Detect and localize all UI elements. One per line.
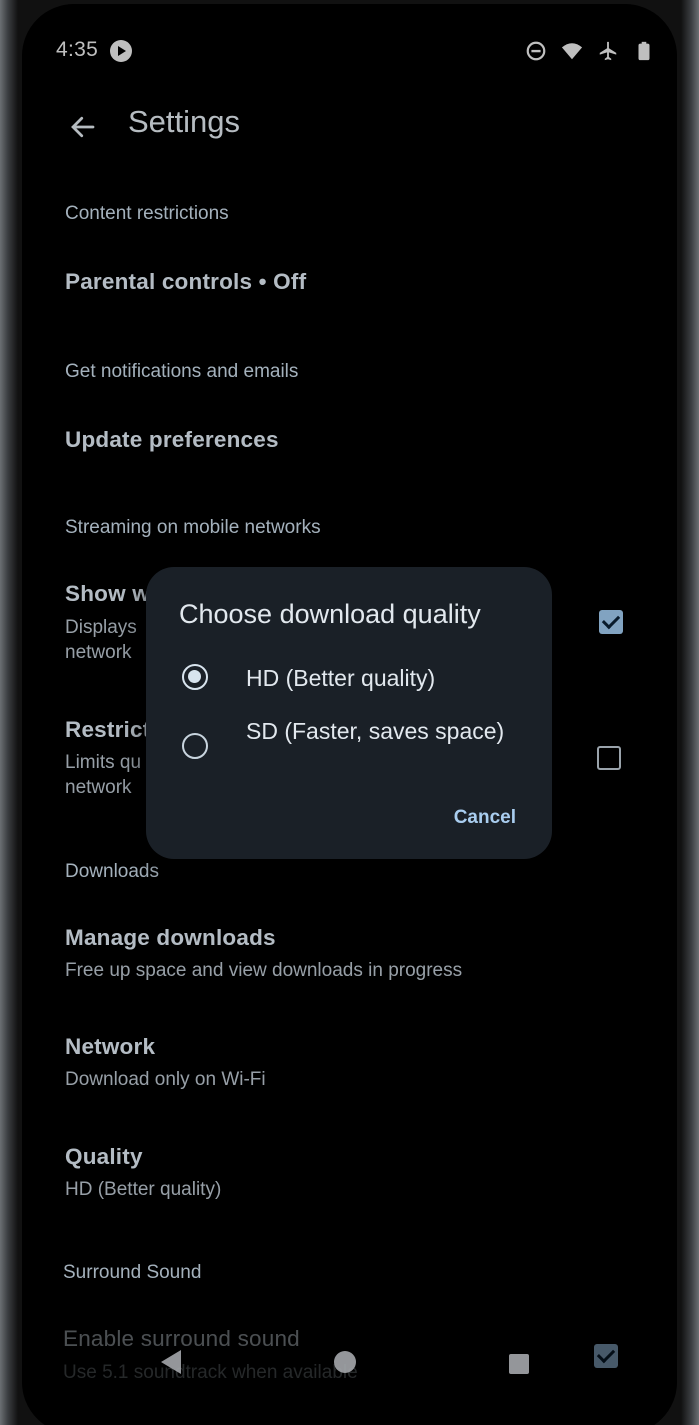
radio-hd-label[interactable]: HD (Better quality) (246, 662, 516, 694)
dialog-title: Choose download quality (179, 599, 481, 629)
radio-sd-label[interactable]: SD (Faster, saves space) (246, 715, 516, 747)
cancel-button[interactable]: Cancel (450, 801, 520, 835)
radio-sd[interactable] (182, 733, 208, 759)
phone-frame: 4:35 Settings Content restrictions Paren… (0, 0, 699, 1425)
screen: 4:35 Settings Content restrictions Paren… (22, 4, 677, 1425)
radio-hd[interactable] (182, 664, 208, 690)
download-quality-dialog: Choose download quality HD (Better quali… (146, 567, 552, 859)
